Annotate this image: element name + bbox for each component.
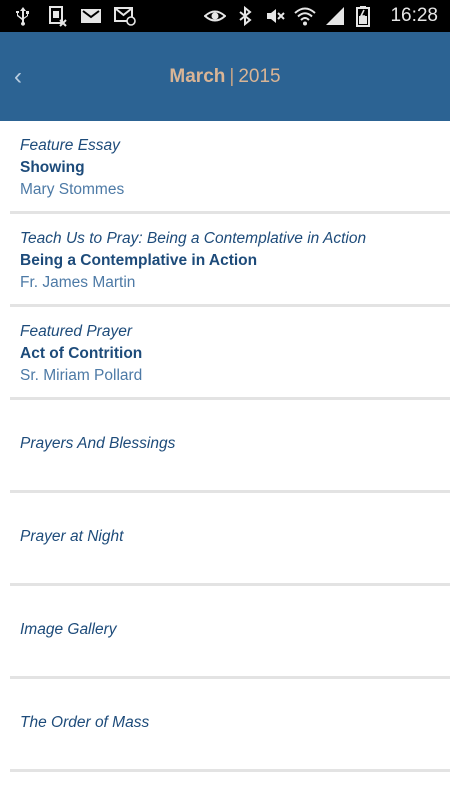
item-section: Featured Prayer: [20, 323, 132, 340]
item-section: Image Gallery: [20, 620, 117, 638]
status-bar: 16:28: [0, 0, 450, 32]
sim-icon: [46, 5, 68, 27]
bluetooth-icon: [234, 5, 256, 27]
list-item-featured-prayer[interactable]: Featured Prayer Act of Contrition Sr. Mi…: [0, 307, 450, 400]
item-section: The Order of Mass: [20, 713, 150, 731]
item-title: Act of Contrition: [20, 345, 143, 362]
item-section: Feature Essay: [20, 137, 120, 154]
item-title: Showing: [20, 159, 85, 176]
item-author: Fr. James Martin: [20, 274, 136, 291]
signal-icon: [324, 5, 346, 27]
issue-title: March | 2015: [0, 32, 450, 121]
list-item-image-gallery[interactable]: Image Gallery: [0, 586, 450, 679]
item-author: Mary Stommes: [20, 181, 125, 198]
item-section: Prayer at Night: [20, 527, 124, 545]
list-item-teach-us-to-pray[interactable]: Teach Us to Pray: Being a Contemplative …: [0, 214, 450, 307]
usb-icon: [12, 5, 34, 27]
mute-icon: [264, 5, 286, 27]
wifi-icon: [294, 5, 317, 27]
item-title: Being a Contemplative in Action: [20, 252, 258, 269]
issue-month: March: [169, 65, 226, 87]
item-section: Prayers And Blessings: [20, 434, 176, 452]
notification-icons: [12, 5, 136, 27]
list-item-feature-essay[interactable]: Feature Essay Showing Mary Stommes: [0, 121, 450, 214]
clock: 16:28: [390, 5, 438, 26]
email-icon: [114, 5, 136, 27]
title-separator: |: [229, 65, 235, 87]
item-author: Sr. Miriam Pollard: [20, 367, 143, 384]
item-section: Teach Us to Pray: Being a Contemplative …: [20, 230, 367, 247]
eye-icon: [204, 5, 227, 27]
list-item-order-of-mass[interactable]: The Order of Mass: [0, 679, 450, 772]
list-item-prayer-at-night[interactable]: Prayer at Night: [0, 493, 450, 586]
contents-list: Feature Essay Showing Mary Stommes Teach…: [0, 121, 450, 772]
list-item-prayers-and-blessings[interactable]: Prayers And Blessings: [0, 400, 450, 493]
gmail-icon: [80, 5, 102, 27]
issue-year: 2015: [238, 65, 281, 87]
system-icons: 16:28: [204, 5, 438, 27]
app-header: ‹ March | 2015: [0, 32, 450, 121]
battery-icon: [354, 5, 376, 27]
